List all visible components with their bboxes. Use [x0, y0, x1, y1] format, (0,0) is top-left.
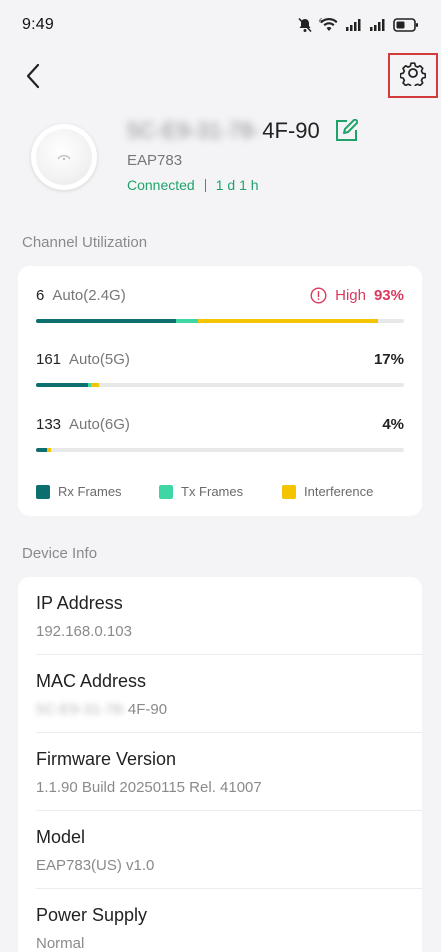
channel-band: Auto(5G)	[69, 351, 130, 368]
info-value: Normal	[36, 935, 85, 952]
divider	[204, 178, 206, 192]
mute-icon	[297, 17, 313, 33]
legend-label: Interference	[304, 484, 374, 499]
mac-visible: 4F-90	[127, 701, 168, 718]
device-name-masked: 5C-E9-31-78-	[127, 118, 261, 143]
info-row-firmware-version: Firmware Version 1.1.90 Build 20250115 R…	[36, 733, 422, 811]
info-value: EAP783(US) v1.0	[36, 857, 155, 874]
channel-utilization-value: 4%	[382, 416, 404, 433]
gear-icon	[399, 60, 427, 91]
channel-band: Auto(6G)	[69, 416, 130, 433]
edit-icon[interactable]	[334, 119, 358, 143]
bar-segment-rx	[36, 383, 88, 387]
chart-legend: Rx Frames Tx Frames Interference	[36, 484, 373, 499]
info-row-model: Model EAP783(US) v1.0	[36, 811, 422, 889]
svg-text:6: 6	[319, 18, 323, 25]
device-info-card: IP Address 192.168.0.103 MAC Address 5C-…	[18, 577, 422, 952]
info-value: 192.168.0.103	[36, 623, 132, 640]
info-label: Firmware Version	[36, 749, 177, 769]
info-value: 5C-E9-31-78- 4F-90	[36, 701, 167, 718]
legend-item-interference: Interference	[282, 484, 373, 499]
legend-swatch	[159, 484, 173, 499]
info-label: IP Address	[36, 593, 123, 613]
utilization-percent: 93%	[373, 287, 404, 304]
back-chevron-icon	[25, 63, 41, 94]
legend-label: Rx Frames	[58, 484, 122, 499]
signal-icon	[369, 18, 387, 32]
bar-segment-rx	[36, 448, 48, 452]
legend-item-tx: Tx Frames	[159, 484, 282, 499]
channel-row-6g: 133 Auto(6G) 4%	[36, 416, 404, 452]
signal-icon	[345, 18, 363, 32]
device-header: 5C-E9-31-78- 4F-90 EAP783 Connected 1 d …	[0, 110, 441, 210]
mac-masked: 5C-E9-31-78-	[36, 701, 127, 718]
info-row-ip-address: IP Address 192.168.0.103	[36, 577, 422, 655]
info-label: MAC Address	[36, 671, 147, 691]
back-button[interactable]	[20, 62, 46, 94]
channel-row-2g: 6 Auto(2.4G) High 93%	[36, 287, 404, 323]
legend-swatch	[36, 484, 50, 499]
wifi-icon: 6	[319, 17, 339, 33]
channel-row-5g: 161 Auto(5G) 17%	[36, 351, 404, 387]
device-name-text: 4F-90	[262, 118, 320, 143]
warning-icon	[310, 287, 327, 304]
status-time: 9:49	[22, 16, 54, 33]
utilization-bar	[36, 448, 404, 452]
section-title-channel-utilization: Channel Utilization	[22, 234, 148, 251]
section-title-device-info: Device Info	[22, 545, 98, 562]
device-image	[31, 124, 97, 190]
channel-number: 161	[36, 351, 62, 368]
uptime: 1 d 1 h	[215, 177, 259, 193]
info-label: Model	[36, 827, 86, 847]
utilization-bar	[36, 319, 404, 323]
info-value: 1.1.90 Build 20250115 Rel. 41007	[36, 779, 262, 796]
connection-status: Connected	[127, 177, 195, 193]
utilization-bar	[36, 383, 404, 387]
channel-number: 6	[36, 287, 45, 304]
legend-label: Tx Frames	[181, 484, 244, 499]
channel-number: 133	[36, 416, 62, 433]
legend-item-rx: Rx Frames	[36, 484, 159, 499]
battery-icon	[393, 18, 419, 32]
info-row-power-supply: Power Supply Normal	[36, 889, 422, 952]
device-model: EAP783	[127, 152, 183, 169]
info-row-mac-address: MAC Address 5C-E9-31-78- 4F-90	[36, 655, 422, 733]
legend-swatch	[282, 484, 296, 499]
bar-segment-rx	[36, 319, 176, 323]
status-icons: 6	[297, 17, 419, 33]
bar-segment-interference	[197, 319, 379, 323]
channel-utilization-card: 6 Auto(2.4G) High 93% 161 Auto(5G) 17% 1…	[18, 266, 422, 516]
status-bar: 9:49 6	[0, 0, 441, 50]
device-name: 5C-E9-31-78- 4F-90	[127, 118, 358, 144]
utilization-level: High	[335, 287, 366, 304]
channel-band: Auto(2.4G)	[52, 287, 126, 304]
channel-utilization-value: High 93%	[310, 287, 404, 304]
bar-segment-interference	[91, 383, 99, 387]
settings-button[interactable]	[388, 53, 438, 98]
bar-segment-tx	[175, 319, 198, 323]
utilization-percent: 17%	[373, 351, 404, 368]
bar-segment-interference	[47, 448, 51, 452]
info-label: Power Supply	[36, 905, 148, 925]
channel-utilization-value: 17%	[374, 351, 404, 368]
device-status: Connected 1 d 1 h	[127, 177, 259, 193]
utilization-percent: 4%	[382, 416, 404, 433]
